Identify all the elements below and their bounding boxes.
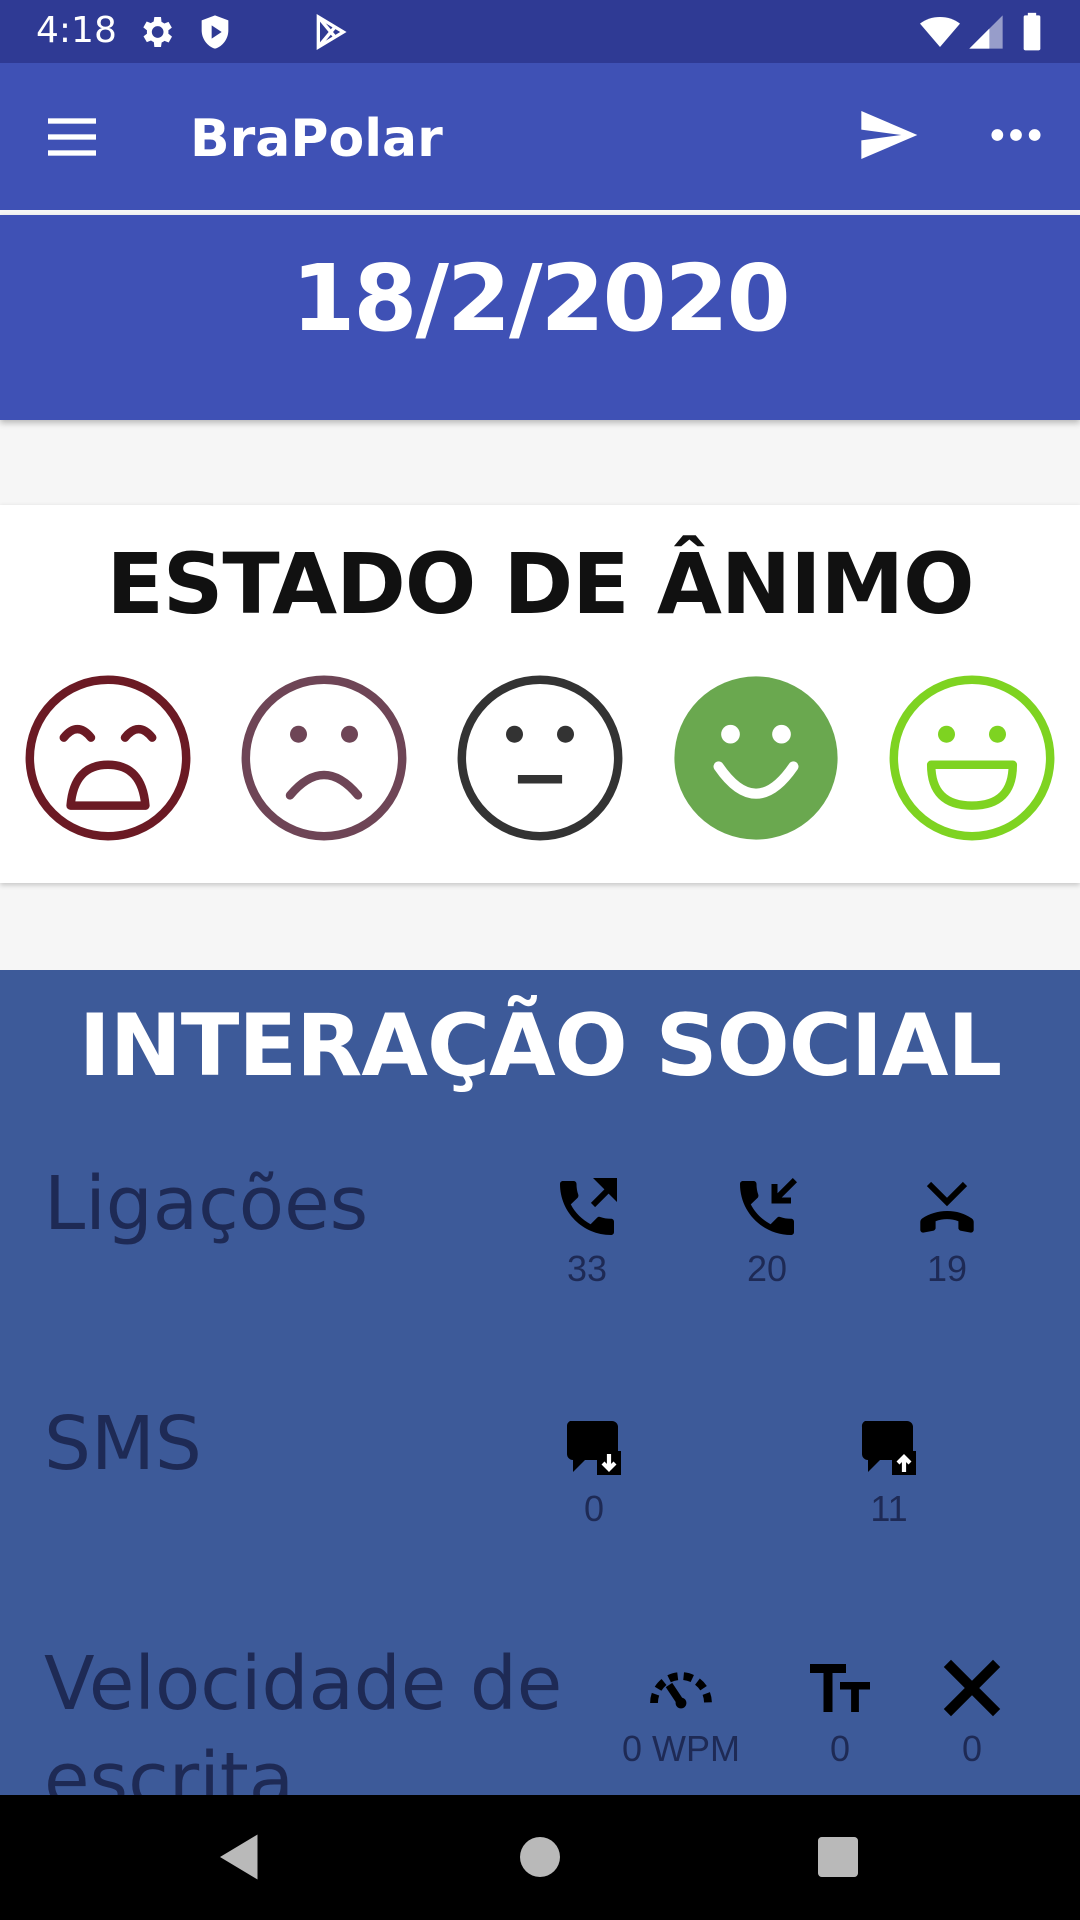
menu-icon[interactable] <box>40 105 104 169</box>
speedometer-icon <box>645 1652 717 1724</box>
neutral-face-icon <box>457 675 623 841</box>
typing-errors: 0 <box>892 1652 1052 1770</box>
calls-outgoing: 33 <box>507 1172 667 1290</box>
sms-sent-icon <box>853 1412 925 1484</box>
sms-received-count: 0 <box>583 1488 605 1529</box>
mood-neutral-button[interactable] <box>455 673 625 843</box>
recents-icon[interactable] <box>808 1827 868 1887</box>
very-sad-face-icon <box>25 675 191 841</box>
calls-missed-count: 19 <box>926 1248 968 1289</box>
date-text: 18/2/2020 <box>291 245 790 352</box>
mood-title: ESTADO DE ÂNIMO <box>106 535 975 633</box>
home-icon[interactable] <box>510 1827 570 1887</box>
calls-incoming-count: 20 <box>746 1248 788 1289</box>
sms-received-icon <box>558 1412 630 1484</box>
status-time: 4:18 <box>36 10 117 51</box>
mood-very-sad-button[interactable] <box>23 673 193 843</box>
happy-face-icon <box>674 676 838 840</box>
sms-label: SMS <box>44 1401 202 1487</box>
more-icon[interactable] <box>984 103 1048 167</box>
calls-outgoing-count: 33 <box>566 1248 608 1289</box>
mood-very-happy-button[interactable] <box>887 673 1057 843</box>
mood-sad-button[interactable] <box>239 673 409 843</box>
status-bar: 4:18 <box>0 0 1080 63</box>
signal-icon <box>966 12 1006 52</box>
typing-speed-value: 0 WPM <box>621 1728 740 1769</box>
text-size-icon <box>804 1652 876 1724</box>
call-missed-icon <box>911 1172 983 1244</box>
battery-icon <box>1012 12 1052 52</box>
very-happy-face-icon <box>889 675 1055 841</box>
back-icon[interactable] <box>210 1827 270 1887</box>
app-title: BraPolar <box>190 109 443 169</box>
calls-incoming: 20 <box>687 1172 847 1290</box>
typing-label: Velocidade de escrita <box>44 1641 563 1795</box>
send-icon[interactable] <box>856 103 920 167</box>
sad-face-icon <box>241 675 407 841</box>
sms-sent: 11 <box>809 1412 969 1530</box>
shield-play-icon <box>195 12 235 52</box>
typing-speed: 0 WPM <box>601 1652 761 1770</box>
close-icon <box>936 1652 1008 1724</box>
social-card: INTERAÇÃO SOCIAL Ligações 33 20 19 SMS 0… <box>0 970 1080 1795</box>
social-title: INTERAÇÃO SOCIAL <box>78 996 1002 1096</box>
calls-missed: 19 <box>867 1172 1027 1290</box>
settings-icon <box>136 12 176 52</box>
calls-label: Ligações <box>44 1161 369 1247</box>
typing-errors-count: 0 <box>961 1728 983 1769</box>
date-card: 18/2/2020 <box>0 215 1080 420</box>
call-made-icon <box>551 1172 623 1244</box>
mood-card: ESTADO DE ÂNIMO <box>0 505 1080 883</box>
app-bar: BraPolar <box>0 63 1080 210</box>
sms-sent-count: 11 <box>870 1488 908 1529</box>
mood-happy-button[interactable] <box>671 673 841 843</box>
play-store-icon <box>310 12 350 52</box>
navigation-bar <box>0 1795 1080 1920</box>
call-received-icon <box>731 1172 803 1244</box>
wifi-icon <box>920 12 960 52</box>
sms-received: 0 <box>514 1412 674 1530</box>
